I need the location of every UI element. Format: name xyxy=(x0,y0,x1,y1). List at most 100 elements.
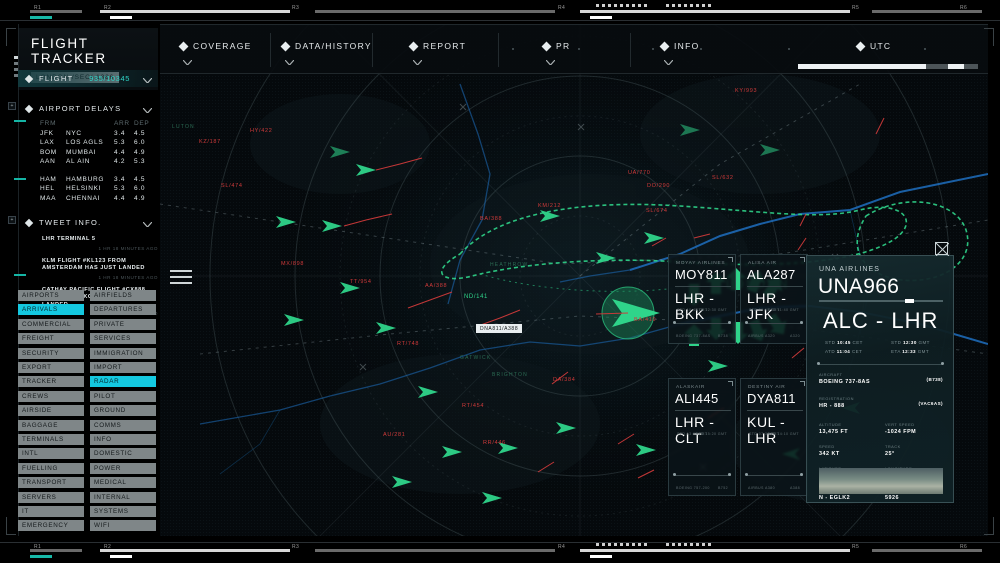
nav-item-info[interactable]: INFO xyxy=(659,41,700,51)
flight-card[interactable]: DESTINY AIR DYA811 KUL - LHR STD 07:30 CET S… xyxy=(740,378,808,496)
grid-button-it[interactable]: IT xyxy=(18,506,84,517)
map-flight-label[interactable]: AU/281 xyxy=(383,432,406,438)
grid-button-transport[interactable]: TRANSPORT xyxy=(18,477,84,489)
map-flight-label[interactable]: AA/388 xyxy=(425,283,447,289)
grid-button-tracker[interactable]: TRACKER xyxy=(18,376,84,388)
map-flight-label[interactable]: TT/954 xyxy=(350,279,372,285)
section-airport-delays[interactable]: AIRPORT DELAYS xyxy=(18,100,158,117)
ruler-handle[interactable] xyxy=(590,16,612,19)
grid-button-pilot[interactable]: PILOT xyxy=(90,390,156,402)
grid-button-import[interactable]: IMPORT xyxy=(90,362,156,373)
grid-button-wifi[interactable]: WIFI xyxy=(90,520,156,532)
cell-code: HEL xyxy=(40,185,55,192)
close-icon[interactable] xyxy=(935,242,950,257)
chevron-down-icon[interactable] xyxy=(142,70,153,88)
ruler-top: R1 R2 R3 R4 R5 R6 xyxy=(0,4,1000,20)
grid-button-departures[interactable]: DEPARTURES xyxy=(90,304,156,316)
section-tweet-info[interactable]: TWEET INFO. xyxy=(18,214,158,231)
chevron-down-icon[interactable] xyxy=(142,214,153,232)
ruler-handle[interactable] xyxy=(590,555,612,558)
grid-button-services[interactable]: SERVICES xyxy=(90,333,156,345)
timezone-slider[interactable] xyxy=(798,64,978,69)
card-dot-right xyxy=(728,473,731,476)
delays-expand-button[interactable]: + xyxy=(8,102,16,110)
nav-item-data-history[interactable]: DATA/HISTORY xyxy=(280,41,372,51)
map-flight-label[interactable]: SL/674 xyxy=(646,208,668,214)
grid-button-power[interactable]: POWER xyxy=(90,462,156,474)
detail-airline: UNA AIRLINES xyxy=(819,266,881,273)
ruler-handle[interactable] xyxy=(110,555,132,558)
map-flight-label[interactable]: RT/454 xyxy=(462,403,484,409)
top-navigation-bar: COVERAGE DATA/HISTORY REPORT PR INFO UTC xyxy=(160,24,988,74)
map-menu-icon[interactable] xyxy=(170,270,192,288)
grid-button-fuelling[interactable]: FUELLING xyxy=(18,462,84,474)
map-flight-label[interactable]: KZ/187 xyxy=(199,139,221,145)
map-flight-label[interactable]: KY/993 xyxy=(735,88,757,94)
map-flight-label[interactable]: MX/898 xyxy=(281,261,304,267)
grid-button-servers[interactable]: SERVERS xyxy=(18,491,84,503)
grid-button-arrivals[interactable]: ARRIVALS xyxy=(18,304,84,316)
ruler-handle[interactable] xyxy=(110,16,132,19)
chevron-down-icon[interactable] xyxy=(412,52,423,66)
flight-card[interactable]: ALISA AIR ALA287 LHR - JFK STD 09:15 CET STD… xyxy=(740,254,808,344)
nav-item-coverage[interactable]: COVERAGE xyxy=(178,41,252,51)
grid-button-emergency[interactable]: EMERGENCY xyxy=(18,520,84,532)
grid-button-commercial[interactable]: COMMERCIAL xyxy=(18,318,84,330)
tweet-expand-button[interactable]: + xyxy=(8,216,16,224)
grid-button-baggage[interactable]: BAGGAGE xyxy=(18,419,84,431)
detail-scrubber[interactable] xyxy=(819,299,943,303)
chevron-down-icon[interactable] xyxy=(545,52,556,66)
grid-button-internal[interactable]: INTERNAL xyxy=(90,491,156,503)
grid-button-domestic[interactable]: DOMESTIC xyxy=(90,448,156,460)
grid-button-airside[interactable]: AIRSIDE xyxy=(18,405,84,417)
grid-button-info[interactable]: INFO xyxy=(90,434,156,445)
map-flight-label[interactable]: DO/290 xyxy=(647,183,670,189)
card-dot-left xyxy=(673,473,676,476)
map-flight-label[interactable]: BA/388 xyxy=(480,216,502,222)
grid-button-export[interactable]: EXPORT xyxy=(18,362,84,373)
map-flight-label[interactable]: SL/474 xyxy=(221,183,243,189)
grid-button-immigration[interactable]: IMMIGRATION xyxy=(90,347,156,359)
chevron-down-icon[interactable] xyxy=(142,100,153,118)
grid-button-crews[interactable]: CREWS xyxy=(18,390,84,402)
cell-arr: 4.2 xyxy=(114,158,126,165)
grid-button-medical[interactable]: MEDICAL xyxy=(90,477,156,489)
map-flight-label[interactable]: DA/384 xyxy=(553,377,576,383)
diamond-icon xyxy=(659,41,670,51)
grid-button-intl[interactable]: INTL xyxy=(18,448,84,460)
nav-item-report[interactable]: REPORT xyxy=(408,41,466,51)
grid-button-ground[interactable]: GROUND xyxy=(90,405,156,417)
grid-button-systems[interactable]: SYSTEMS xyxy=(90,506,156,517)
tweet-item: KLM FLIGHT #KL123 FROM AMSTERDAM HAS JUS… xyxy=(42,258,158,280)
chevron-down-icon[interactable] xyxy=(284,52,295,66)
chevron-down-icon[interactable] xyxy=(663,52,674,66)
flight-card[interactable]: MOYAY AIRLINES MOY811 LHR - BKK STD 10:45 C… xyxy=(668,254,736,344)
grid-button-terminals[interactable]: TERMINALS xyxy=(18,434,84,445)
slider-handle[interactable] xyxy=(948,64,964,69)
map-flight-label[interactable]: SL/632 xyxy=(712,175,734,181)
map-flight-label[interactable]: RT/748 xyxy=(397,341,419,347)
chevron-down-icon[interactable] xyxy=(182,52,193,66)
map-flight-label[interactable]: BA/410 xyxy=(634,317,656,323)
map-flight-label[interactable]: RR/446 xyxy=(483,440,506,446)
grid-button-airfields[interactable]: AIRFIELDS xyxy=(90,290,156,301)
metric-value-left: N - EGLK2 xyxy=(819,494,851,501)
nav-item-utc[interactable]: UTC xyxy=(855,41,891,51)
grid-button-comms[interactable]: COMMS xyxy=(90,419,156,431)
grid-button-security[interactable]: SECURITY xyxy=(18,347,84,359)
ruler-teal-marker xyxy=(30,16,52,19)
ruler-tick-label: R4 xyxy=(558,5,566,11)
map-flight-label[interactable]: KM/212 xyxy=(538,203,561,209)
flight-detail-card[interactable]: UNA AIRLINES UNA966 ALC - LHR STD 10:45 … xyxy=(806,242,954,503)
map-flight-label[interactable]: UA/770 xyxy=(628,170,651,176)
ruler-dot xyxy=(614,4,617,7)
grid-button-freight[interactable]: FREIGHT xyxy=(18,333,84,345)
map-flight-label[interactable]: HY/422 xyxy=(250,128,273,134)
nav-item-pr[interactable]: PR xyxy=(541,41,570,51)
flight-card[interactable]: ALASKAIR ALI445 LHR - CLT STD 13:05 CET STD … xyxy=(668,378,736,496)
grid-button-airports[interactable]: AIRPORTS xyxy=(18,290,84,301)
section-flight[interactable]: FLIGHT 935/10345 xyxy=(18,70,158,87)
grid-button-radar[interactable]: RADAR xyxy=(90,376,156,388)
grid-button-private[interactable]: PRIVATE xyxy=(90,318,156,330)
nav-item-label: INFO xyxy=(674,41,700,51)
